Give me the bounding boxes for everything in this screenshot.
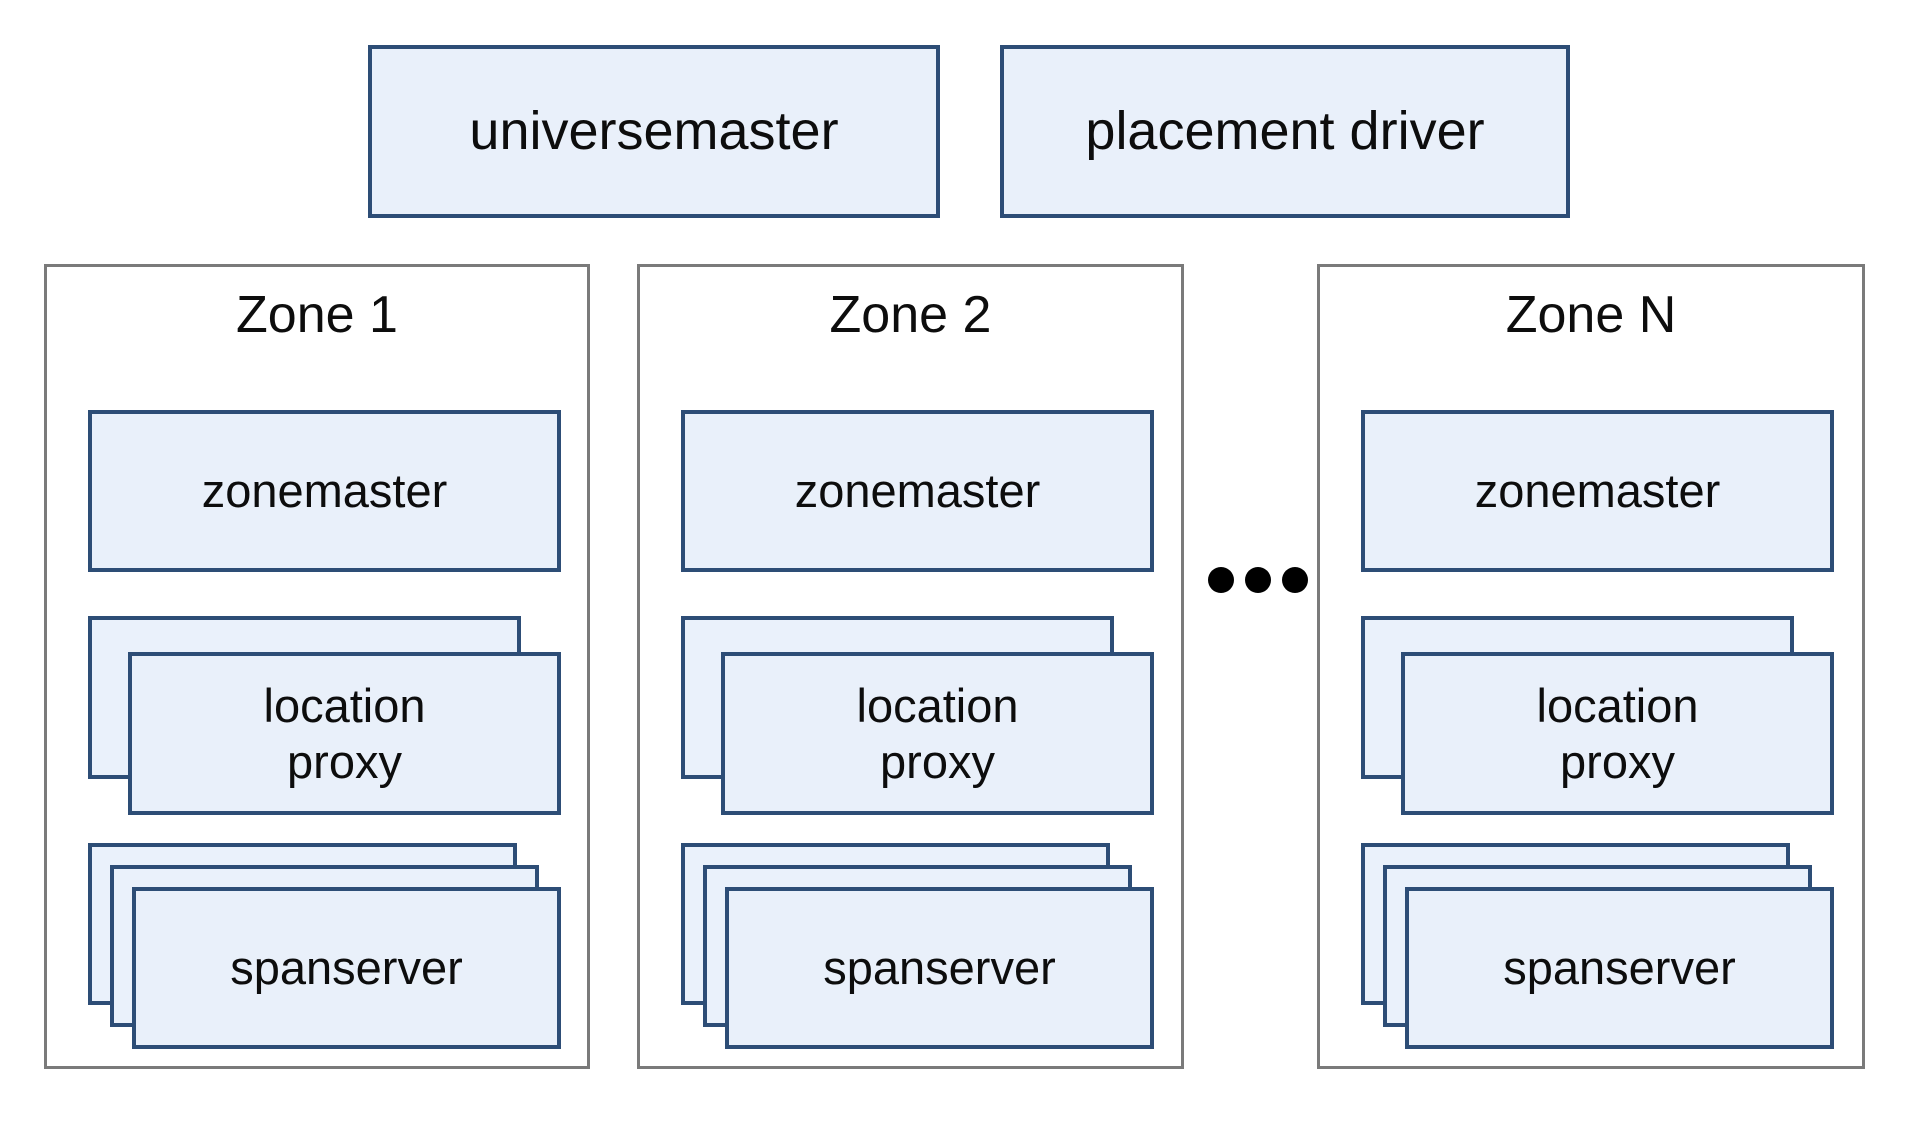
zonemaster-stack-2: zonemaster [681, 410, 1154, 572]
spanserver-stack-2: spanserver [681, 843, 1154, 1049]
spanserver-box-2: spanserver [725, 887, 1154, 1049]
zone-container-2: Zone 2 zonemaster location proxy spanser… [637, 264, 1184, 1069]
location-proxy-label-line1-n: location [1536, 679, 1699, 733]
universemaster-label: universemaster [469, 100, 839, 161]
zonemaster-label-1: zonemaster [201, 464, 448, 518]
spanserver-box-n: spanserver [1405, 887, 1834, 1049]
spanserver-stack-n: spanserver [1361, 843, 1834, 1049]
spanserver-box-1: spanserver [132, 887, 561, 1049]
zonemaster-box-1: zonemaster [88, 410, 561, 572]
location-proxy-label-line2-2: proxy [880, 734, 995, 788]
zone-container-n: Zone N zonemaster location proxy spanser… [1317, 264, 1865, 1069]
zonemaster-label-n: zonemaster [1474, 464, 1721, 518]
location-proxy-label-line1-1: location [263, 679, 426, 733]
location-proxy-stack-n: location proxy [1361, 616, 1834, 815]
location-proxy-label-line2-1: proxy [287, 734, 402, 788]
zone-container-1: Zone 1 zonemaster location proxy spanser… [44, 264, 590, 1069]
ellipsis-dot-2 [1245, 567, 1271, 593]
zonemaster-label-2: zonemaster [794, 464, 1041, 518]
zonemaster-stack-n: zonemaster [1361, 410, 1834, 572]
placement-driver-box: placement driver [1000, 45, 1570, 218]
location-proxy-stack-2: location proxy [681, 616, 1154, 815]
diagram-canvas: universemaster placement driver Zone 1 z… [0, 0, 1906, 1128]
spanserver-stack-1: spanserver [88, 843, 561, 1049]
zone-title-2: Zone 2 [829, 286, 992, 344]
location-proxy-label-line2-n: proxy [1560, 734, 1675, 788]
location-proxy-box-2: location proxy [721, 652, 1154, 815]
zonemaster-stack-1: zonemaster [88, 410, 561, 572]
spanserver-label-2: spanserver [823, 941, 1056, 995]
location-proxy-label-line1-2: location [856, 679, 1019, 733]
ellipsis-dot-3 [1282, 567, 1308, 593]
spanserver-label-n: spanserver [1503, 941, 1736, 995]
zonemaster-box-n: zonemaster [1361, 410, 1834, 572]
ellipsis-dot-1 [1208, 567, 1234, 593]
location-proxy-stack-1: location proxy [88, 616, 561, 815]
location-proxy-box-1: location proxy [128, 652, 561, 815]
zone-title-1: Zone 1 [236, 286, 398, 344]
zonemaster-box-2: zonemaster [681, 410, 1154, 572]
universemaster-box: universemaster [368, 45, 940, 218]
location-proxy-box-n: location proxy [1401, 652, 1834, 815]
placement-driver-label: placement driver [1085, 100, 1485, 161]
spanserver-label-1: spanserver [230, 941, 463, 995]
more-zones-ellipsis [1208, 567, 1308, 593]
zone-title-n: Zone N [1505, 286, 1677, 344]
